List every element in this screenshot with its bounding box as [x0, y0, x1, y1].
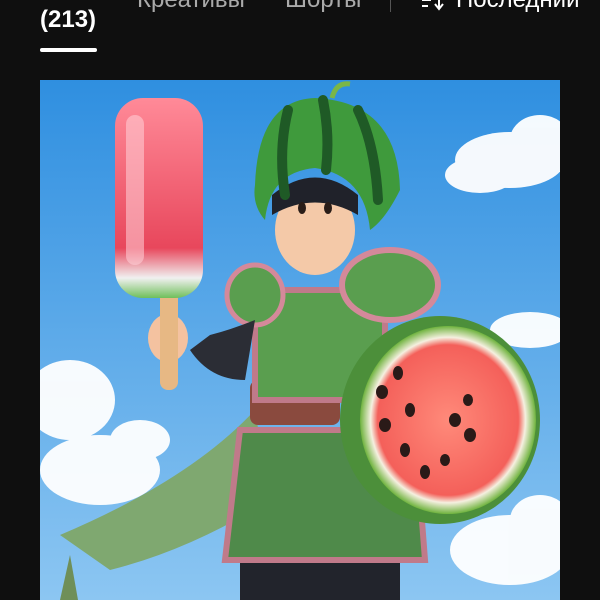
- sort-label: Последний: [456, 0, 580, 14]
- video-thumbnail[interactable]: [40, 80, 560, 600]
- active-tab-indicator: [40, 48, 97, 52]
- watermelon-warrior-illustration: [40, 80, 560, 600]
- tab-creatives[interactable]: Креативы: [137, 0, 245, 12]
- tab-divider: [390, 0, 391, 12]
- channel-tab-bar: (213) Креативы Шорты Последний: [0, 0, 600, 62]
- sort-button[interactable]: Последний: [420, 0, 580, 14]
- sort-icon: [422, 0, 444, 11]
- tab-videos-count[interactable]: (213): [40, 8, 96, 32]
- tab-shorts[interactable]: Шорты: [285, 0, 361, 12]
